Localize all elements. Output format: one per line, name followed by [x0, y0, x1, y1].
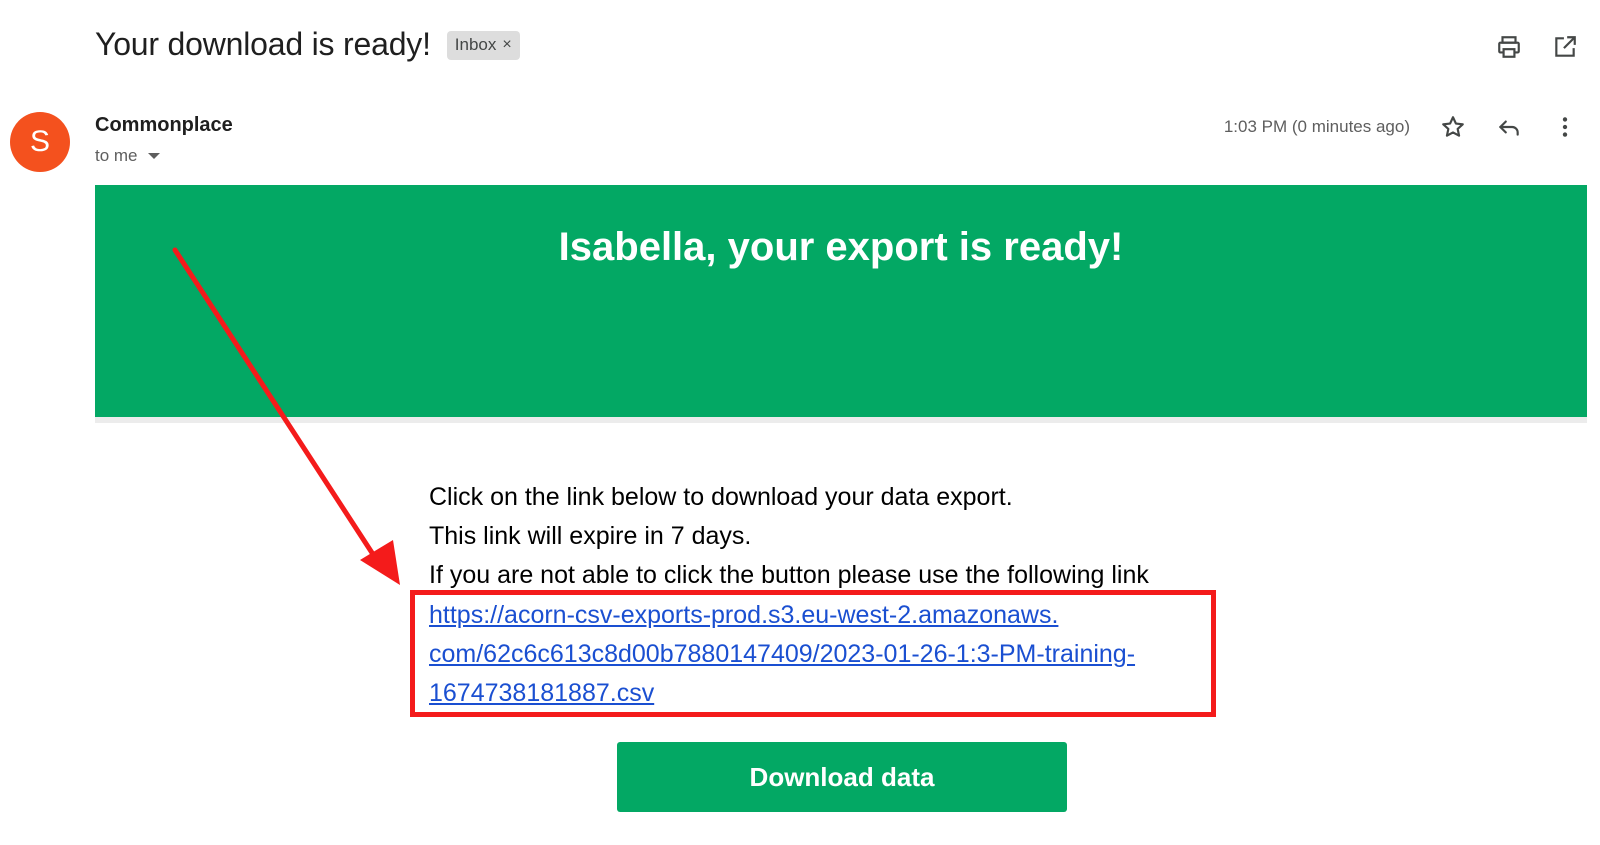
more-vertical-icon[interactable]	[1550, 112, 1580, 142]
open-new-window-icon[interactable]	[1550, 32, 1580, 62]
top-actions	[1494, 32, 1580, 62]
remove-label-icon[interactable]: ×	[502, 36, 511, 54]
label-chip-text: Inbox	[454, 35, 497, 54]
email-banner: Isabella, your export is ready!	[95, 185, 1587, 423]
export-download-link[interactable]: https://acorn-csv-exports-prod.s3.eu-wes…	[429, 596, 1209, 713]
sender-name[interactable]: Commonplace	[95, 114, 233, 137]
link-line: 1674738181887.csv	[429, 679, 655, 707]
email-body-text: Click on the link below to download your…	[429, 478, 1149, 595]
link-line: com/62c6c613c8d00b7880147409/2023-01-26-…	[429, 640, 1136, 668]
body-line: Click on the link below to download your…	[429, 483, 1013, 511]
inbox-label-chip[interactable]: Inbox ×	[446, 31, 520, 60]
chevron-down-icon	[147, 153, 160, 159]
download-data-button[interactable]: Download data	[617, 742, 1067, 812]
timestamp: 1:03 PM (0 minutes ago)	[1223, 117, 1410, 136]
print-icon[interactable]	[1494, 32, 1524, 62]
body-line: This link will expire in 7 days.	[429, 522, 752, 550]
star-icon[interactable]	[1438, 112, 1468, 142]
email-subject: Your download is ready!	[95, 26, 431, 62]
recipient-details[interactable]: to me	[95, 146, 160, 166]
banner-title: Isabella, your export is ready!	[558, 225, 1124, 269]
reply-icon[interactable]	[1494, 112, 1524, 142]
link-line: https://acorn-csv-exports-prod.s3.eu-wes…	[429, 601, 1059, 629]
recipient-text: to me	[95, 146, 138, 165]
email-view: Your download is ready! Inbox × S Common…	[0, 0, 1600, 845]
message-meta: 1:03 PM (0 minutes ago)	[1224, 112, 1580, 142]
sender-avatar[interactable]: S	[10, 112, 70, 172]
email-subject-row: Your download is ready! Inbox ×	[95, 26, 520, 63]
